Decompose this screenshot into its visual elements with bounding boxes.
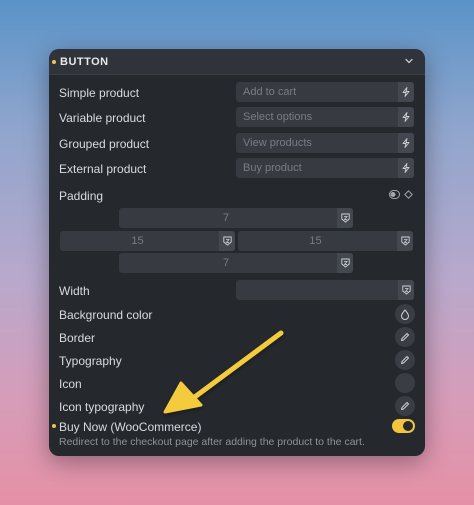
width-input[interactable] xyxy=(236,280,414,300)
external-product-input[interactable]: Buy product xyxy=(236,158,414,178)
bolt-icon xyxy=(402,112,410,122)
units-button[interactable] xyxy=(337,253,353,273)
padding-left-value: 15 xyxy=(131,235,144,247)
simple-product-label: Simple product xyxy=(59,86,140,100)
icon-typography-label: Icon typography xyxy=(59,400,145,414)
units-button[interactable] xyxy=(219,231,235,251)
pencil-icon xyxy=(401,356,409,364)
units-icon xyxy=(401,285,411,295)
padding-right-value: 15 xyxy=(309,235,322,247)
variable-product-input[interactable]: Select options xyxy=(236,107,414,127)
bolt-icon xyxy=(402,87,410,97)
icon-typography-edit-button[interactable] xyxy=(395,396,415,416)
background-color-picker[interactable] xyxy=(395,304,415,324)
diamond-icon[interactable] xyxy=(404,190,413,199)
padding-label: Padding xyxy=(59,189,104,203)
units-icon xyxy=(340,258,350,268)
units-button[interactable] xyxy=(398,280,414,300)
link-toggle-icon[interactable] xyxy=(389,190,400,199)
modified-indicator-dot xyxy=(52,424,56,428)
typography-edit-button[interactable] xyxy=(395,350,415,370)
panel-header[interactable]: BUTTON xyxy=(49,49,425,75)
grouped-product-label: Grouped product xyxy=(59,137,150,151)
droplet-icon xyxy=(400,308,410,320)
dynamic-data-button[interactable] xyxy=(398,82,414,102)
dynamic-data-button[interactable] xyxy=(398,133,414,153)
external-product-placeholder: Buy product xyxy=(243,162,302,174)
buy-now-description: Redirect to the checkout page after addi… xyxy=(59,436,365,448)
simple-product-input[interactable]: Add to cart xyxy=(236,82,414,102)
units-icon xyxy=(222,236,232,246)
chevron-down-icon[interactable] xyxy=(403,55,415,67)
external-product-label: External product xyxy=(59,162,147,176)
icon-picker-button[interactable] xyxy=(395,373,415,393)
grouped-product-input[interactable]: View products xyxy=(236,133,414,153)
bolt-icon xyxy=(402,163,410,173)
padding-bottom-value: 7 xyxy=(222,257,230,269)
buy-now-toggle[interactable] xyxy=(392,419,415,433)
padding-right-input[interactable]: 15 xyxy=(238,231,413,251)
padding-left-input[interactable]: 15 xyxy=(60,231,235,251)
variable-product-placeholder: Select options xyxy=(243,111,313,123)
border-label: Border xyxy=(59,331,96,345)
simple-product-placeholder: Add to cart xyxy=(243,86,297,98)
buy-now-label: Buy Now (WooCommerce) xyxy=(59,420,202,434)
units-button[interactable] xyxy=(337,208,353,228)
dynamic-data-button[interactable] xyxy=(398,158,414,178)
padding-bottom-input[interactable]: 7 xyxy=(119,253,353,273)
background-color-label: Background color xyxy=(59,308,153,322)
units-button[interactable] xyxy=(397,231,413,251)
grouped-product-placeholder: View products xyxy=(243,137,312,149)
width-label: Width xyxy=(59,284,90,298)
units-icon xyxy=(340,213,350,223)
pencil-icon xyxy=(401,402,409,410)
typography-label: Typography xyxy=(59,354,122,368)
padding-top-value: 7 xyxy=(222,212,230,224)
padding-top-input[interactable]: 7 xyxy=(119,208,353,228)
icon-label: Icon xyxy=(59,377,82,391)
toggle-knob xyxy=(403,421,413,431)
button-settings-panel: BUTTON Simple product Add to cart Variab… xyxy=(49,49,425,456)
border-edit-button[interactable] xyxy=(395,327,415,347)
bolt-icon xyxy=(402,138,410,148)
units-icon xyxy=(400,236,410,246)
dynamic-data-button[interactable] xyxy=(398,107,414,127)
pencil-icon xyxy=(401,333,409,341)
variable-product-label: Variable product xyxy=(59,111,146,125)
panel-title: BUTTON xyxy=(60,56,109,68)
modified-indicator-dot xyxy=(52,60,56,64)
